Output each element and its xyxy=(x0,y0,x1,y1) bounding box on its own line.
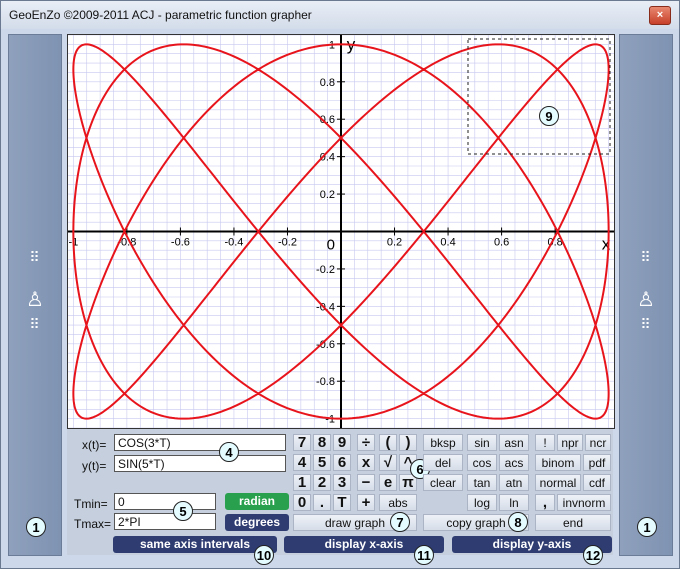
graph-canvas[interactable]: -1 -0.8 -0.6 -0.4 -0.2 0.2 0.4 0.6 0.8 1 0.8 0.6 0.4… xyxy=(67,34,615,429)
key-binom[interactable]: binom xyxy=(535,454,581,471)
key-invnorm[interactable]: invnorm xyxy=(557,494,611,511)
marker-11: 11 xyxy=(414,545,434,565)
key-comma[interactable]: , xyxy=(535,494,555,511)
grip-dots-icon: ⠿ xyxy=(640,316,650,332)
grip-dots-icon: ⠿ xyxy=(640,249,650,265)
key-pdf[interactable]: pdf xyxy=(583,454,611,471)
tmin-label: Tmin= xyxy=(74,497,108,511)
parametric-plot[interactable]: -1 -0.8 -0.6 -0.4 -0.2 0.2 0.4 0.6 0.810.80.60.4… xyxy=(68,34,614,429)
x-tick-label: -0.6 xyxy=(171,237,190,249)
key-plus[interactable]: + xyxy=(357,494,375,511)
key-multiply[interactable]: x xyxy=(357,454,375,471)
app-window: GeoEnZo ©2009-2011 ACJ - parametric func… xyxy=(0,0,680,569)
y-tick-label: -1 xyxy=(325,414,335,426)
x-tick-label: 0.6 xyxy=(494,237,509,249)
key-divide[interactable]: ÷ xyxy=(357,434,375,451)
key-3[interactable]: 3 xyxy=(333,474,351,491)
window-title: GeoEnZo ©2009-2011 ACJ - parametric func… xyxy=(9,8,312,22)
y-tick-label: -0.8 xyxy=(316,376,335,388)
key-minus[interactable]: − xyxy=(357,474,375,491)
clear-button[interactable]: clear xyxy=(423,474,463,491)
x-tick-label: 0.4 xyxy=(440,237,455,249)
key-sqrt[interactable]: √ xyxy=(379,454,397,471)
tmin-input[interactable]: 0 xyxy=(114,493,216,510)
marker-5: 5 xyxy=(173,501,193,521)
key-factorial[interactable]: ! xyxy=(535,434,555,451)
y-tick-label: 0.2 xyxy=(320,189,335,201)
key-cos[interactable]: cos xyxy=(467,454,497,471)
key-cdf[interactable]: cdf xyxy=(583,474,611,491)
marker-4: 4 xyxy=(219,442,239,462)
x-tick-label: -0.4 xyxy=(224,237,243,249)
marker-8: 8 xyxy=(508,512,528,532)
key-log[interactable]: log xyxy=(467,494,497,511)
marker-12: 12 xyxy=(583,545,603,565)
key-7[interactable]: 7 xyxy=(293,434,311,451)
key-9[interactable]: 9 xyxy=(333,434,351,451)
key-5[interactable]: 5 xyxy=(313,454,331,471)
radian-button[interactable]: radian xyxy=(225,493,289,510)
marker-7: 7 xyxy=(390,512,410,532)
close-button[interactable]: × xyxy=(649,6,671,25)
y-function-label: y(t)= xyxy=(82,459,107,473)
tmax-input[interactable]: 2*PI xyxy=(114,513,216,530)
bksp-button[interactable]: bksp xyxy=(423,434,463,451)
origin-label: 0 xyxy=(327,237,335,254)
y-function-input[interactable]: SIN(5*T) xyxy=(114,455,286,472)
key-8[interactable]: 8 xyxy=(313,434,331,451)
key-6[interactable]: 6 xyxy=(333,454,351,471)
x-function-label: x(t)= xyxy=(82,438,107,452)
left-side-panel: ⠿ ♙ ⠿ xyxy=(8,34,62,556)
del-button[interactable]: del xyxy=(423,454,463,471)
key-2[interactable]: 2 xyxy=(313,474,331,491)
key-close-paren[interactable]: ) xyxy=(399,434,417,451)
marker-1-left: 1 xyxy=(26,517,46,537)
key-tan[interactable]: tan xyxy=(467,474,497,491)
key-normal[interactable]: normal xyxy=(535,474,581,491)
key-1[interactable]: 1 xyxy=(293,474,311,491)
title-bar: GeoEnZo ©2009-2011 ACJ - parametric func… xyxy=(1,1,679,29)
key-e[interactable]: e xyxy=(379,474,397,491)
key-open-paren[interactable]: ( xyxy=(379,434,397,451)
x-tick-label: -0.2 xyxy=(278,237,297,249)
key-acs[interactable]: acs xyxy=(499,454,529,471)
tmax-label: Tmax= xyxy=(74,517,112,531)
key-4[interactable]: 4 xyxy=(293,454,311,471)
marker-10: 10 xyxy=(254,545,274,565)
key-npr[interactable]: npr xyxy=(557,434,583,451)
end-button[interactable]: end xyxy=(535,514,611,531)
marker-9: 9 xyxy=(539,106,559,126)
key-ln[interactable]: ln xyxy=(499,494,529,511)
y-tick-label: 0.8 xyxy=(320,77,335,89)
stamp-icon[interactable]: ♙ xyxy=(24,289,46,311)
grip-dots-icon: ⠿ xyxy=(29,316,39,332)
key-asn[interactable]: asn xyxy=(499,434,529,451)
x-tick-label: 0.2 xyxy=(387,237,402,249)
key-atn[interactable]: atn xyxy=(499,474,529,491)
right-side-panel: ⠿ ♙ ⠿ xyxy=(619,34,673,556)
key-ncr[interactable]: ncr xyxy=(585,434,611,451)
degrees-button[interactable]: degrees xyxy=(225,514,289,531)
key-t[interactable]: T xyxy=(333,494,351,511)
stamp-icon[interactable]: ♙ xyxy=(635,289,657,311)
key-abs[interactable]: abs xyxy=(379,494,417,511)
key-sin[interactable]: sin xyxy=(467,434,497,451)
x-function-input[interactable]: COS(3*T) xyxy=(114,434,286,451)
key-0[interactable]: 0 xyxy=(293,494,311,511)
key-decimal[interactable]: . xyxy=(313,494,331,511)
same-axis-intervals-button[interactable]: same axis intervals xyxy=(113,536,277,553)
y-tick-label: -0.2 xyxy=(316,264,335,276)
marker-1-right: 1 xyxy=(637,517,657,537)
grip-dots-icon: ⠿ xyxy=(29,249,39,265)
